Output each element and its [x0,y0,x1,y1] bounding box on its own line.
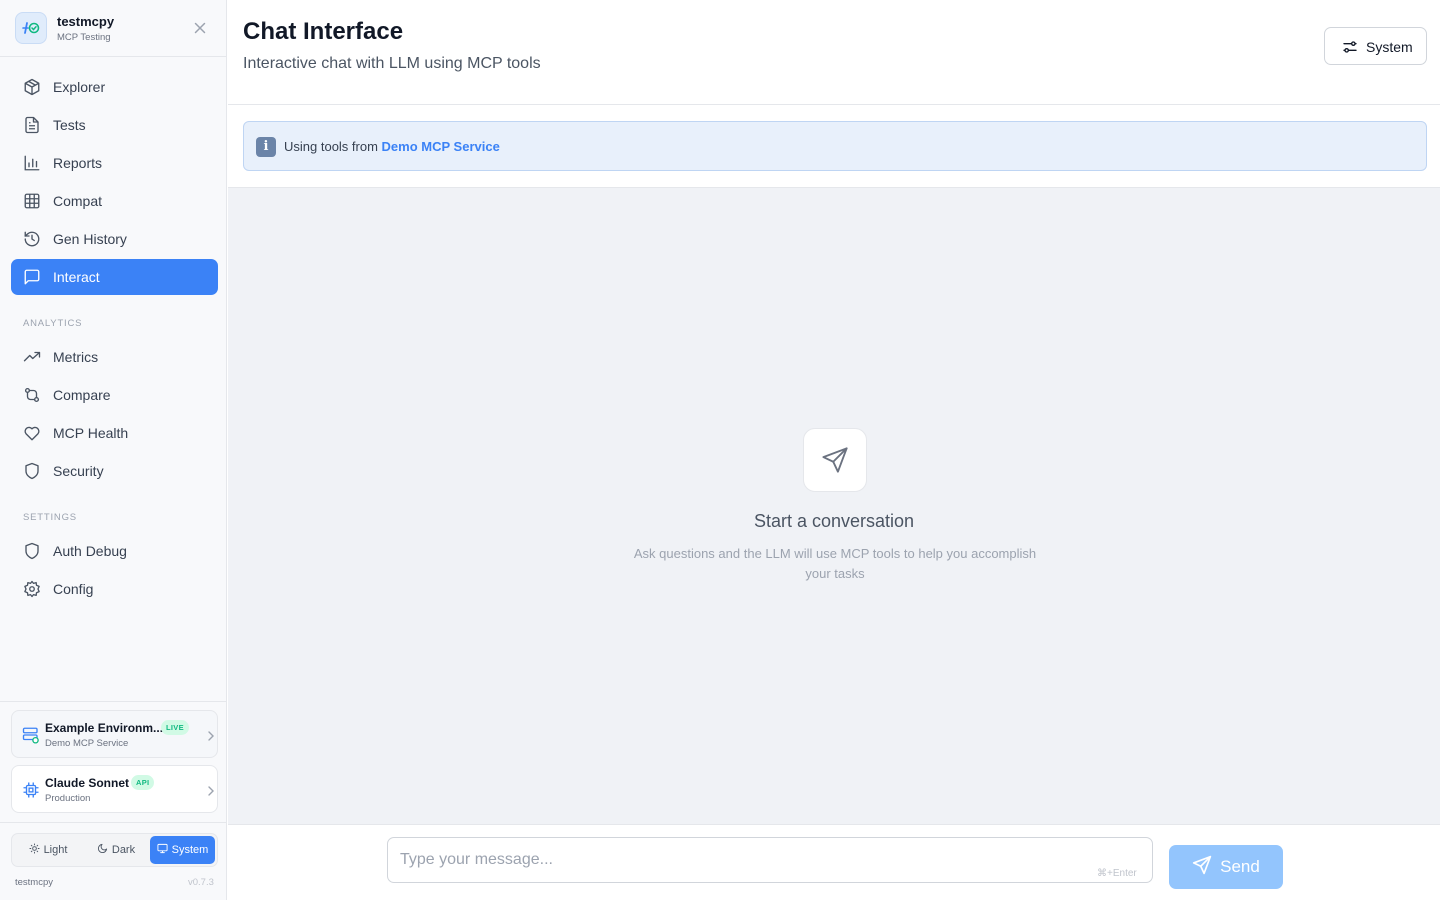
file-text-icon [23,116,41,134]
banner-text: Using tools from Demo MCP Service [284,139,500,154]
nav-item-compare[interactable]: Compare [11,377,218,413]
theme-light-button[interactable]: Light [15,836,81,864]
banner-prefix: Using tools from [284,139,382,154]
server-icon [22,726,40,744]
empty-state-description: Ask questions and the LLM will use MCP t… [633,546,1037,581]
message-composer: ⌘+Enter Send [228,824,1440,900]
nav-label: Metrics [53,349,99,365]
nav-label: Security [53,463,104,479]
theme-system-label: System [171,844,209,856]
close-sidebar-icon[interactable] [192,20,208,36]
shield-icon [23,462,41,480]
git-compare-icon [23,386,41,404]
system-prompt-button[interactable]: System [1324,27,1427,65]
nav-label: Auth Debug [53,543,127,559]
nav-item-compat[interactable]: Compat [11,183,218,219]
system-button-label: System [1366,39,1413,55]
chevron-right-icon [206,729,216,741]
send-shortcut-hint: ⌘+Enter [1097,868,1137,879]
api-badge: API [131,775,155,790]
page-title: Chat Interface [243,18,404,45]
nav-item-mcp-health[interactable]: MCP Health [11,415,218,451]
theme-light-label: Light [43,844,68,856]
nav-label: Reports [53,155,103,171]
environment-name: Example Environm... [45,721,164,735]
app-logo-icon [15,12,47,44]
environment-selector[interactable]: Example Environm... LIVE Demo MCP Servic… [11,710,218,758]
chevron-right-icon [206,784,216,796]
model-tier: Production [45,793,91,804]
history-icon [23,230,41,248]
nav-item-security[interactable]: Security [11,453,218,489]
nav-item-metrics[interactable]: Metrics [11,339,218,375]
sidebar-divider [0,822,226,823]
nav-item-explorer[interactable]: Explorer [11,69,218,105]
sun-icon [29,843,40,857]
sidebar-divider [0,701,226,702]
nav-label: Explorer [53,79,106,95]
box-icon [23,78,41,96]
sliders-icon [1342,39,1358,55]
send-icon [1192,855,1212,880]
trending-up-icon [23,348,41,366]
nav-label: Tests [53,117,86,133]
chat-messages-area: Start a conversation Ask questions and t… [228,188,1440,824]
app-subtitle: MCP Testing [57,32,111,43]
nav-item-interact[interactable]: Interact [11,259,218,295]
model-selector[interactable]: Claude Sonnet API Production [11,765,218,813]
nav-item-reports[interactable]: Reports [11,145,218,181]
message-square-icon [23,268,41,286]
footer-app-name: testmcpy [15,877,54,888]
live-badge: LIVE [161,720,189,735]
heart-icon [23,424,41,442]
theme-switcher: Light Dark System [11,833,218,867]
sidebar: testmcpy MCP Testing Explorer Tests Repo… [0,0,227,900]
page-header: Chat Interface Interactive chat with LLM… [228,0,1440,105]
cpu-icon [22,781,40,799]
gear-icon [23,580,41,598]
environment-service: Demo MCP Service [45,738,129,749]
nav-item-config[interactable]: Config [11,571,218,607]
nav-label: Gen History [53,231,127,247]
theme-system-button[interactable]: System [150,836,215,864]
shield-icon [23,542,41,560]
monitor-icon [157,843,168,857]
page-subtitle: Interactive chat with LLM using MCP tool… [243,55,541,72]
banner-container: i Using tools from Demo MCP Service [228,105,1440,188]
nav-label: Compare [53,387,111,403]
info-icon: i [256,137,276,157]
send-label: Send [1220,857,1260,876]
theme-dark-button[interactable]: Dark [83,836,149,864]
brand-header: testmcpy MCP Testing [0,0,226,57]
section-label-settings: SETTINGS [23,512,77,523]
bar-chart-icon [23,154,41,172]
footer-version: v0.7.3 [188,877,214,888]
message-input[interactable] [387,837,1153,883]
nav-item-tests[interactable]: Tests [11,107,218,143]
grid-icon [23,192,41,210]
moon-icon [97,843,108,857]
banner-service-name: Demo MCP Service [381,139,500,154]
nav-item-gen-history[interactable]: Gen History [11,221,218,257]
send-button[interactable]: Send [1169,845,1283,889]
empty-state-title: Start a conversation [753,511,915,531]
nav-label: Config [53,581,94,597]
nav-label: MCP Health [53,425,129,441]
theme-dark-label: Dark [111,844,136,856]
app-name: testmcpy [57,14,115,29]
nav-item-auth-debug[interactable]: Auth Debug [11,533,218,569]
model-name: Claude Sonnet [45,776,130,790]
nav-label: Compat [53,193,103,209]
main-content: Chat Interface Interactive chat with LLM… [228,0,1440,900]
send-icon [803,428,867,492]
tools-info-banner: i Using tools from Demo MCP Service [243,121,1427,171]
nav-label: Interact [53,269,100,285]
section-label-analytics: ANALYTICS [23,318,83,329]
